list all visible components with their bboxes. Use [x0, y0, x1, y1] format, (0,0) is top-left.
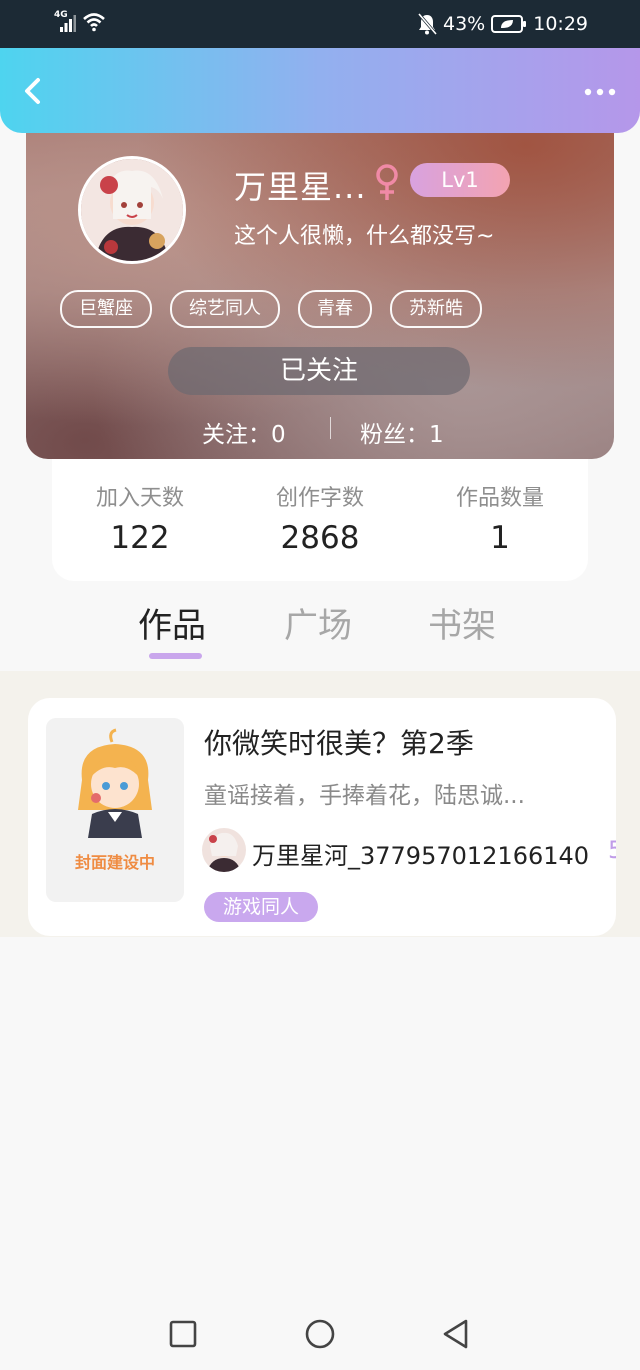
cover-placeholder-image — [78, 728, 152, 838]
status-left: 4G — [54, 10, 106, 32]
work-tag[interactable]: 游戏同人 — [204, 892, 318, 922]
status-bar: 4G 43% 10:29 — [0, 0, 640, 48]
status-right: 43% 10:29 — [417, 12, 588, 36]
stat-label: 作品数量 — [455, 486, 544, 511]
stats-panel: 加入天数 122 创作字数 2868 作品数量 1 — [52, 452, 588, 581]
female-icon — [376, 164, 398, 200]
user-name: 万里星... — [234, 168, 367, 206]
stat-word-count: 创作字数 2868 — [240, 484, 400, 560]
work-title[interactable]: 你微笑时很美？第2季 — [204, 722, 474, 762]
stat-value: 1 — [490, 520, 510, 556]
top-header — [0, 48, 640, 133]
home-button[interactable] — [300, 1314, 340, 1354]
wifi-icon — [82, 13, 105, 32]
stat-label: 加入天数 — [95, 486, 184, 511]
tab-indicator — [149, 653, 202, 659]
tag-idol[interactable]: 苏新皓 — [390, 290, 482, 328]
cover-placeholder-text: 封面建设中 — [74, 853, 155, 872]
work-description: 童谣接着，手捧着花，陆思诚... — [204, 783, 525, 809]
more-button[interactable] — [582, 86, 618, 98]
stat-work-count: 作品数量 1 — [420, 484, 580, 560]
tag-list: 巨蟹座 综艺同人 青春 苏新皓 — [60, 290, 482, 328]
clock: 10:29 — [533, 13, 588, 35]
back-button[interactable] — [18, 74, 48, 108]
stat-label: 创作字数 — [275, 486, 364, 511]
profile-card: 万里星... Lv1 这个人很懒，什么都没写~ 巨蟹座 综艺同人 青春 苏新皓 … — [26, 90, 614, 459]
battery-percent: 43% — [443, 13, 486, 35]
stat-value: 122 — [110, 520, 170, 556]
stat-value: 2868 — [280, 520, 360, 556]
system-nav-bar — [0, 1296, 640, 1370]
battery-icon — [491, 15, 527, 33]
tab-works[interactable]: 作品 — [138, 598, 206, 647]
tag-variety[interactable]: 综艺同人 — [170, 290, 280, 328]
follow-counts: 关注：0 粉丝：1 — [26, 412, 614, 448]
user-bio: 这个人很懒，什么都没写~ — [234, 224, 495, 249]
author-extra-count: 58 — [608, 836, 616, 864]
follow-button[interactable]: 已关注 — [168, 347, 470, 395]
tag-zodiac[interactable]: 巨蟹座 — [60, 290, 152, 328]
fans-count[interactable]: 粉丝：1 — [360, 415, 444, 449]
stat-join-days: 加入天数 122 — [60, 484, 220, 560]
count-divider — [330, 417, 331, 439]
back-nav-button[interactable] — [436, 1314, 476, 1354]
tag-youth[interactable]: 青春 — [298, 290, 372, 328]
author-avatar[interactable] — [202, 828, 246, 872]
author-name[interactable]: 万里星河_377957012166140 — [252, 836, 589, 871]
recent-apps-button[interactable] — [163, 1314, 203, 1354]
tab-bar: 作品 广场 书架 — [0, 590, 640, 670]
mute-bell-icon — [417, 13, 437, 35]
network-type: 4G — [54, 10, 68, 20]
work-cover[interactable]: 封面建设中 — [46, 718, 184, 902]
tab-square[interactable]: 广场 — [284, 598, 352, 647]
work-card[interactable]: 封面建设中 你微笑时很美？第2季 童谣接着，手捧着花，陆思诚... 万里星河_3… — [28, 698, 616, 936]
following-count[interactable]: 关注：0 — [202, 415, 286, 449]
level-badge: Lv1 — [410, 163, 510, 197]
avatar[interactable] — [78, 156, 186, 264]
tab-bookshelf[interactable]: 书架 — [428, 598, 496, 647]
